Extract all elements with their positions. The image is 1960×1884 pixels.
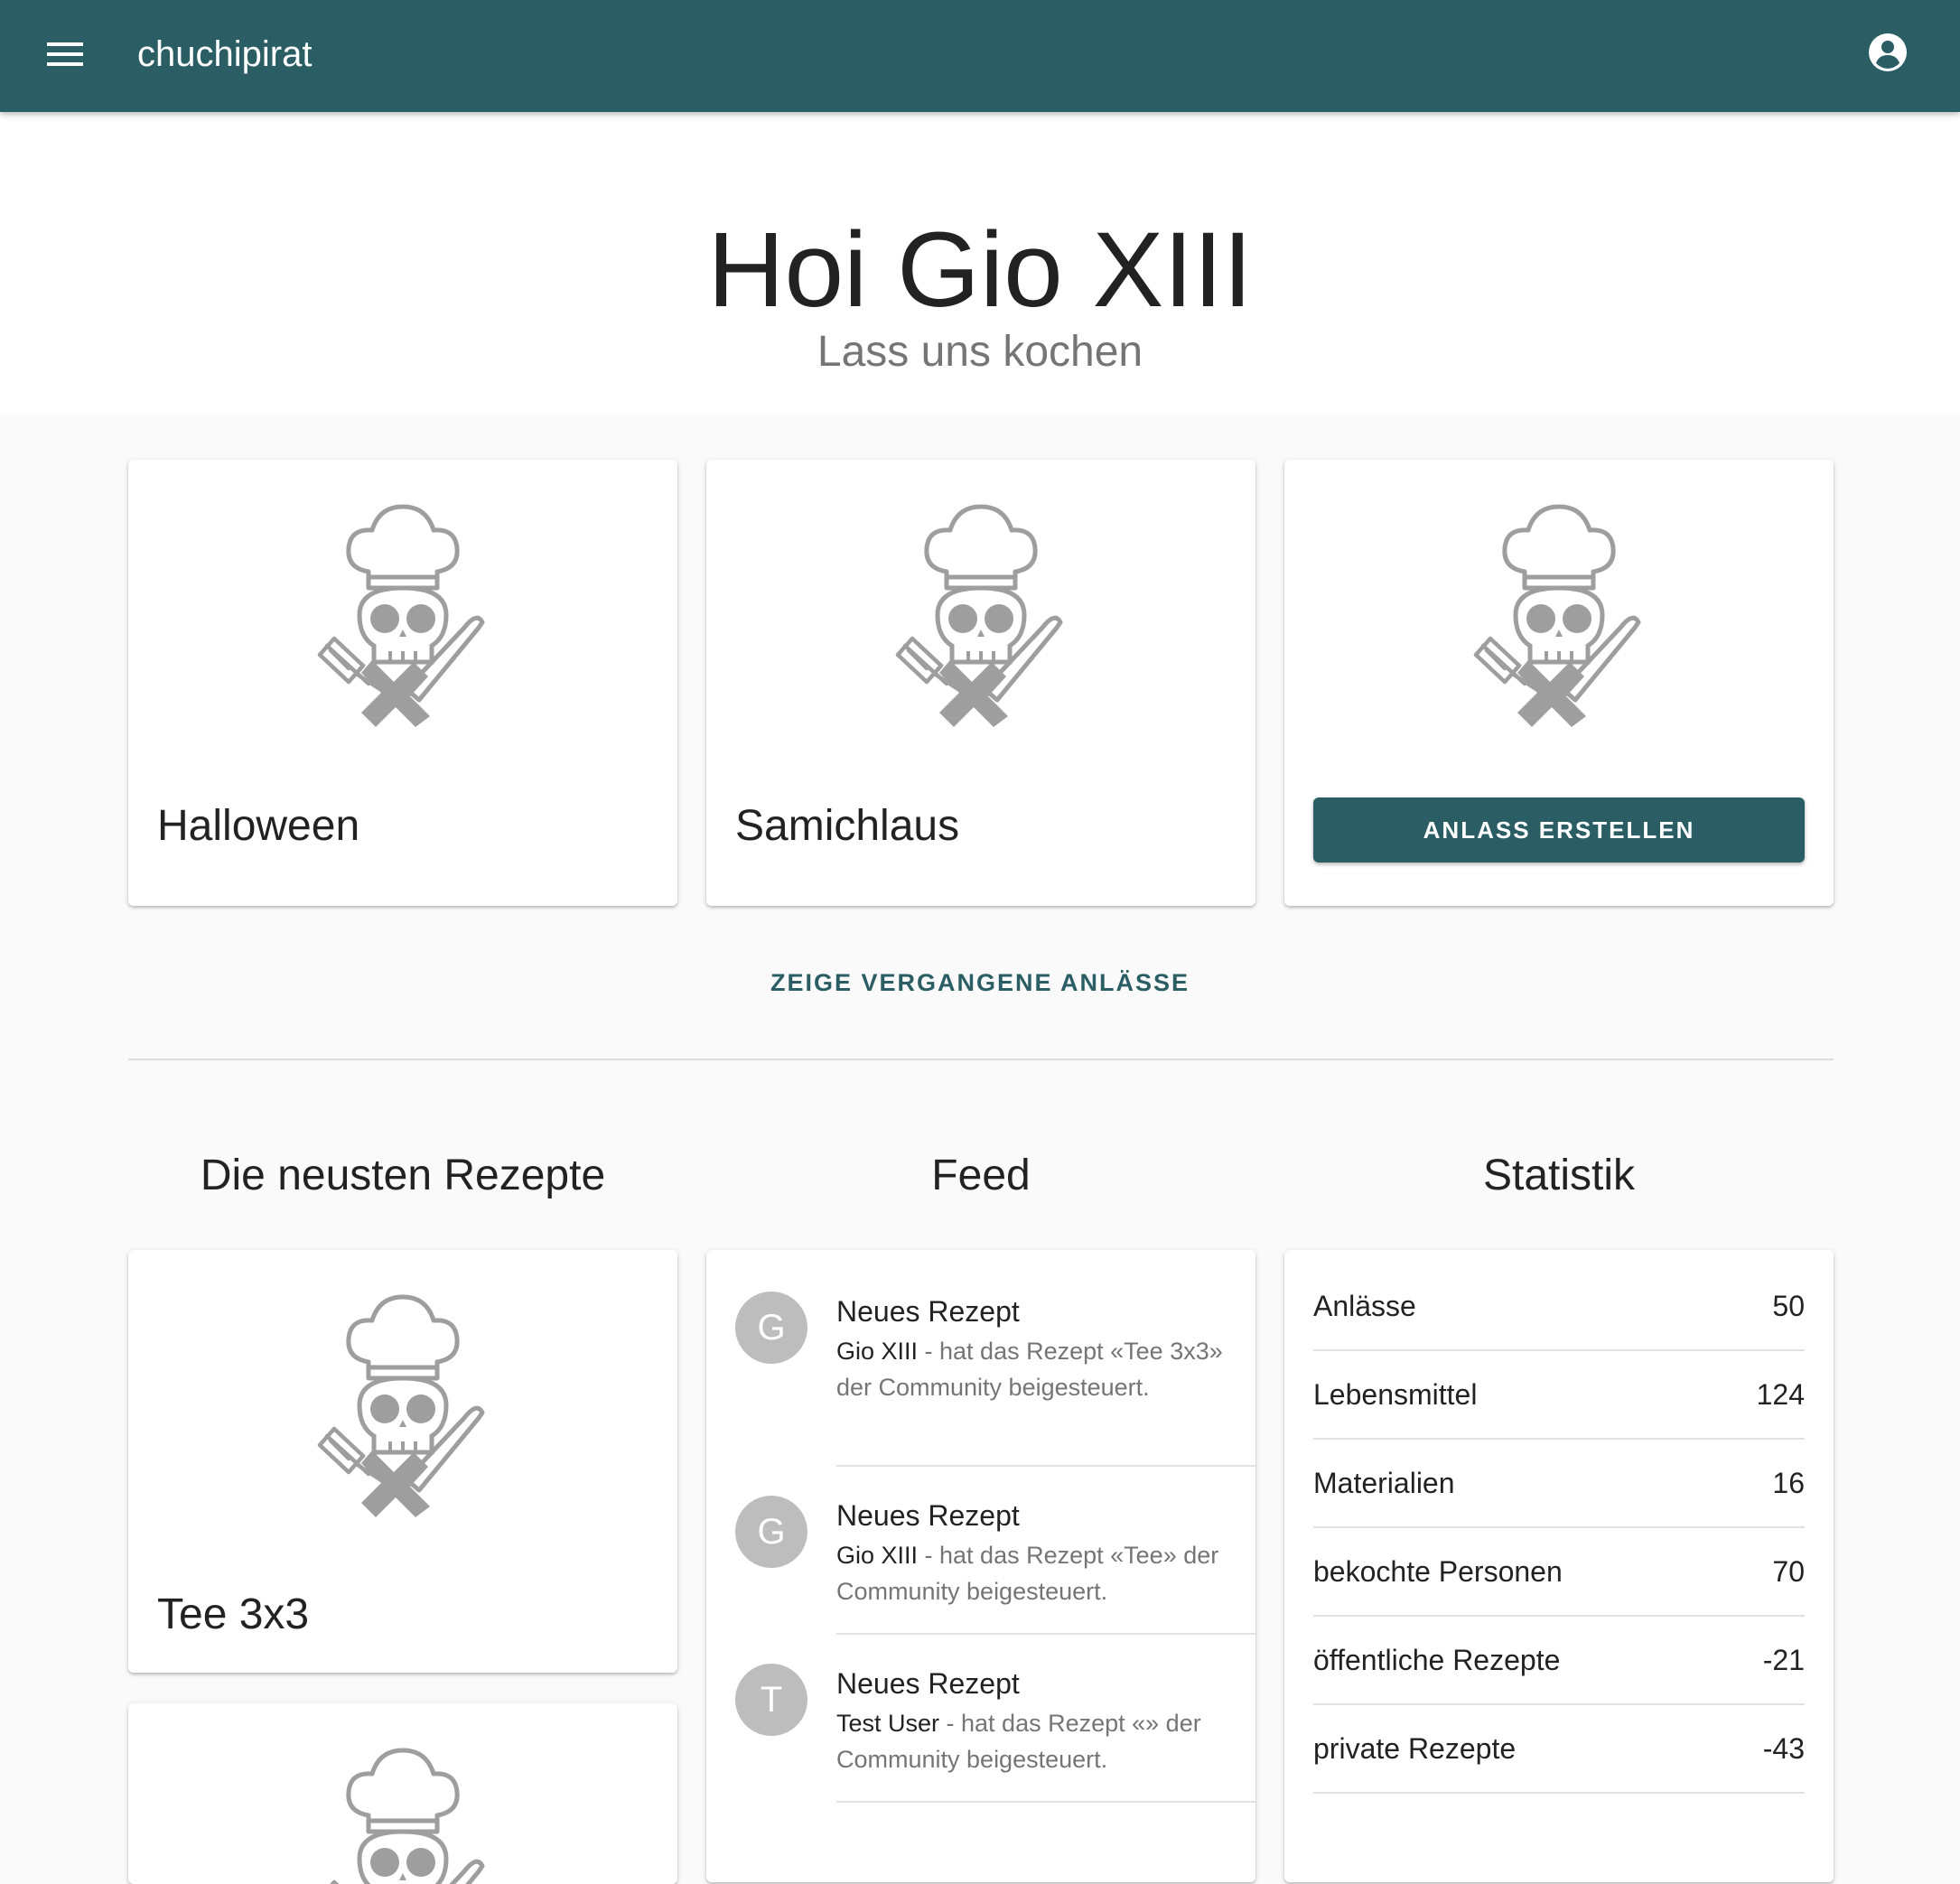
feed-item-body: Test User - hat das Rezept «» der Commun…	[836, 1705, 1237, 1777]
feed-heading: Feed	[931, 1152, 1031, 1199]
create-event-button[interactable]: ANLASS ERSTELLEN	[1313, 797, 1805, 863]
feed-item-user: Gio XIII	[836, 1542, 919, 1569]
feed-item[interactable]: G Neues Rezept Gio XIII - hat das Rezept…	[706, 1250, 1255, 1467]
feed-item[interactable]: G Neues Rezept Gio XIII - hat das Rezept…	[706, 1467, 1255, 1635]
feed-item-text: Neues Rezept Gio XIII - hat das Rezept «…	[836, 1292, 1237, 1405]
stat-row: private Rezepte -43	[1313, 1705, 1805, 1794]
stat-row: Anlässe 50	[1313, 1263, 1805, 1351]
chef-skull-icon	[1469, 501, 1649, 727]
feed-item-body: Gio XIII - hat das Rezept «Tee» der Comm…	[836, 1537, 1237, 1609]
event-card-title: Halloween	[157, 802, 360, 850]
avatar: G	[735, 1292, 807, 1364]
feed-item-title: Neues Rezept	[836, 1667, 1020, 1700]
recipe-card-title: Tee 3x3	[157, 1590, 310, 1638]
show-past-events-link[interactable]: ZEIGE VERGANGENE ANLÄSSE	[0, 963, 1960, 1003]
stat-value: -43	[1762, 1732, 1805, 1765]
stat-value: 50	[1772, 1290, 1805, 1322]
greeting-title: Hoi Gio XIII	[707, 210, 1253, 330]
feed-card: G Neues Rezept Gio XIII - hat das Rezept…	[706, 1250, 1255, 1882]
statistics-heading: Statistik	[1482, 1152, 1636, 1199]
stat-label: öffentliche Rezepte	[1313, 1644, 1561, 1676]
recipes-heading: Die neusten Rezepte	[200, 1152, 606, 1199]
stat-label: bekochte Personen	[1313, 1555, 1563, 1588]
stat-row: Lebensmittel 124	[1313, 1351, 1805, 1440]
avatar: G	[735, 1496, 807, 1568]
feed-item-text: Neues Rezept Gio XIII - hat das Rezept «…	[836, 1496, 1237, 1609]
chef-skull-icon	[313, 1745, 493, 1884]
feed-item-text: Neues Rezept Test User - hat das Rezept …	[836, 1664, 1237, 1777]
feed-divider	[836, 1801, 1255, 1803]
stat-value: 70	[1772, 1555, 1805, 1588]
stat-label: Materialien	[1313, 1467, 1455, 1499]
account-button[interactable]	[1859, 25, 1917, 83]
stat-row: bekochte Personen 70	[1313, 1528, 1805, 1617]
statistics-card: Anlässe 50 Lebensmittel 124 Materialien …	[1284, 1250, 1834, 1882]
feed-item[interactable]: T Neues Rezept Test User - hat das Rezep…	[706, 1635, 1255, 1803]
create-event-card: ANLASS ERSTELLEN	[1284, 460, 1834, 906]
stat-value: 16	[1772, 1467, 1805, 1499]
stat-label: Anlässe	[1313, 1290, 1416, 1322]
recipe-card[interactable]	[128, 1703, 677, 1884]
stat-label: private Rezepte	[1313, 1732, 1517, 1765]
stat-value: 124	[1756, 1378, 1805, 1411]
chef-skull-icon	[313, 1292, 493, 1517]
menu-icon	[47, 41, 83, 72]
hero-section: Hoi Gio XIII Lass uns kochen	[0, 112, 1960, 415]
divider	[128, 1059, 1834, 1060]
avatar: T	[735, 1664, 807, 1736]
feed-item-body: Gio XIII - hat das Rezept «Tee 3x3» der …	[836, 1333, 1237, 1405]
event-card[interactable]: Samichlaus	[706, 460, 1255, 906]
stat-row: Materialien 16	[1313, 1440, 1805, 1528]
feed-item-title: Neues Rezept	[836, 1295, 1020, 1328]
recipe-card[interactable]: Tee 3x3	[128, 1250, 677, 1673]
feed-item-title: Neues Rezept	[836, 1499, 1020, 1532]
app-bar: chuchipirat	[0, 0, 1960, 112]
stat-label: Lebensmittel	[1313, 1378, 1478, 1411]
chef-skull-icon	[891, 501, 1071, 727]
app-title[interactable]: chuchipirat	[137, 29, 312, 79]
account-circle-icon	[1868, 33, 1908, 77]
greeting-subtitle: Lass uns kochen	[817, 328, 1143, 376]
stat-row: öffentliche Rezepte -21	[1313, 1617, 1805, 1705]
event-card-title: Samichlaus	[735, 802, 960, 850]
stat-value: -21	[1762, 1644, 1805, 1676]
chef-skull-icon	[313, 501, 493, 727]
feed-item-user: Gio XIII	[836, 1338, 919, 1365]
event-card[interactable]: Halloween	[128, 460, 677, 906]
feed-item-user: Test User	[836, 1710, 940, 1737]
menu-button[interactable]	[33, 27, 98, 85]
